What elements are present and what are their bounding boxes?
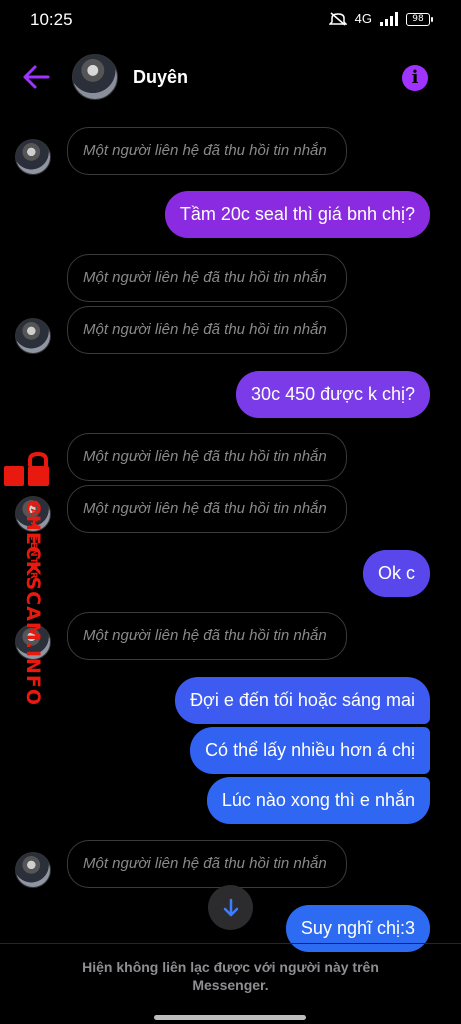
scroll-to-bottom-button[interactable]: [208, 885, 253, 930]
lock-icon: [4, 452, 49, 486]
sender-avatar[interactable]: [15, 852, 51, 888]
unsent-message: Một người liên hệ đã thu hồi tin nhắn: [67, 840, 347, 888]
sent-message[interactable]: Lúc nào xong thì e nhắn: [206, 777, 430, 824]
unsent-message: Một người liên hệ đã thu hồi tin nhắn: [67, 306, 347, 354]
unsent-message: Một người liên hệ đã thu hồi tin nhắn: [67, 433, 347, 481]
unsent-message: Một người liên hệ đã thu hồi tin nhắn: [67, 612, 347, 660]
unavailable-text: Hiện không liên lạc được với người này t…: [82, 959, 379, 993]
sent-message[interactable]: 30c 450 được k chị?: [236, 371, 430, 418]
watermark-text: CHECKSCAM.INFO: [22, 500, 44, 707]
composer-unavailable-notice: Hiện không liên lạc được với người này t…: [0, 943, 461, 1024]
sent-message[interactable]: Ok c: [362, 550, 430, 597]
sent-message[interactable]: Tầm 20c seal thì giá bnh chị?: [164, 191, 430, 238]
message-list[interactable]: Một người liên hệ đã thu hồi tin nhắn Tầ…: [0, 0, 461, 1024]
arrow-down-icon: [223, 898, 238, 916]
unsent-message: Một người liên hệ đã thu hồi tin nhắn: [67, 127, 347, 175]
home-indicator[interactable]: [154, 1015, 306, 1020]
sent-message[interactable]: Đợi e đến tối hoặc sáng mai: [175, 677, 430, 724]
unsent-message: Một người liên hệ đã thu hồi tin nhắn: [67, 485, 347, 533]
sent-message[interactable]: Có thể lấy nhiều hơn á chị: [190, 727, 430, 774]
sender-avatar[interactable]: [15, 139, 51, 175]
sender-avatar[interactable]: [15, 318, 51, 354]
watermark: DATA CENTER CHECKSCAM.INFO: [2, 452, 54, 706]
unsent-message: Một người liên hệ đã thu hồi tin nhắn: [67, 254, 347, 302]
